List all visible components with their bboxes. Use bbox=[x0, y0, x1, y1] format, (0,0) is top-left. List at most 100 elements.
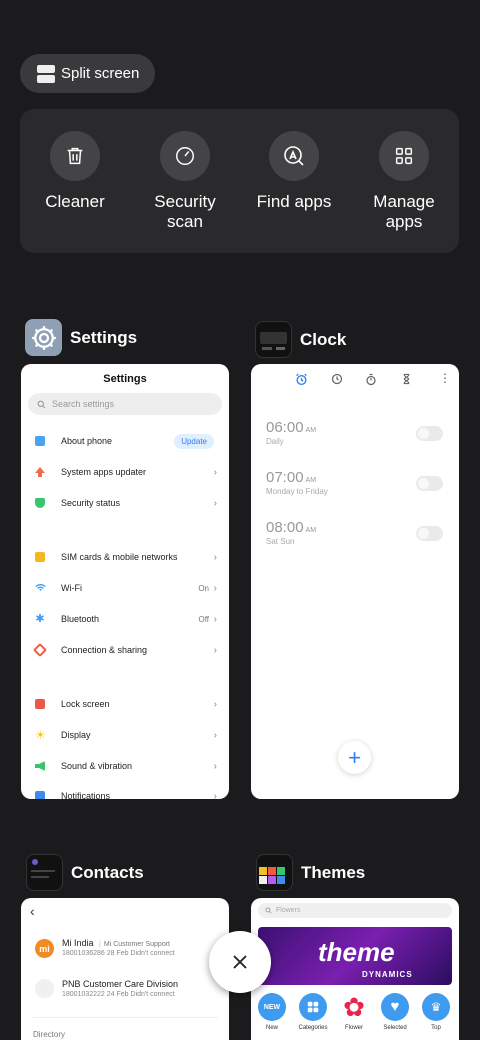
category-label: New bbox=[265, 1025, 278, 1031]
settings-row-display[interactable]: ☀ Display › bbox=[21, 725, 229, 745]
speedometer-icon bbox=[160, 131, 210, 181]
divider bbox=[33, 1017, 218, 1018]
contacts-app-header[interactable]: Contacts bbox=[26, 854, 144, 891]
alarm-item[interactable]: 06:00 AM Daily bbox=[266, 419, 316, 446]
search-icon bbox=[265, 907, 272, 914]
alarm-repeat: Sat Sun bbox=[266, 537, 295, 546]
wifi-icon bbox=[35, 583, 46, 593]
alarm-tab-icon[interactable] bbox=[295, 373, 308, 386]
call-detail: 24 Feb Didn't connect bbox=[106, 991, 175, 998]
contact-tag: Mi Customer Support bbox=[103, 941, 170, 948]
lock-icon bbox=[35, 699, 45, 709]
clock-app-header[interactable]: Clock bbox=[255, 321, 346, 358]
settings-row-system-apps-updater[interactable]: System apps updater › bbox=[21, 462, 229, 482]
alarm-toggle[interactable] bbox=[416, 476, 443, 491]
contact-name: PNB Customer Care Division bbox=[62, 979, 179, 989]
settings-row-connection-sharing[interactable]: Connection & sharing › bbox=[21, 640, 229, 660]
heart-icon: ♥ bbox=[381, 993, 409, 1021]
search-icon bbox=[37, 400, 46, 408]
settings-row-sim-cards[interactable]: SIM cards & mobile networks › bbox=[21, 547, 229, 567]
clock-app-icon bbox=[255, 321, 292, 358]
back-arrow-icon[interactable]: ‹ bbox=[30, 903, 35, 919]
manage-apps-button[interactable]: Manage apps bbox=[349, 131, 459, 232]
settings-row-label: About phone bbox=[61, 436, 113, 446]
settings-row-sound-vibration[interactable]: Sound & vibration › bbox=[21, 756, 229, 776]
add-alarm-button[interactable]: + bbox=[338, 741, 371, 774]
alarm-repeat: Monday to Friday bbox=[266, 487, 328, 496]
security-scan-button[interactable]: Security scan bbox=[130, 131, 240, 232]
find-apps-button[interactable]: Find apps bbox=[239, 131, 349, 212]
settings-row-wifi[interactable]: Wi-Fi On › bbox=[21, 578, 229, 598]
settings-row-bluetooth[interactable]: ✱ Bluetooth Off › bbox=[21, 609, 229, 629]
chevron-right-icon: › bbox=[213, 466, 217, 478]
settings-search-input[interactable]: Search settings bbox=[28, 393, 222, 415]
contact-entry[interactable]: Mi India | Mi Customer Support 1800103628… bbox=[62, 938, 175, 957]
category-label: Categories bbox=[298, 1025, 328, 1031]
phone-icon bbox=[35, 436, 45, 446]
alarm-time: 08:00 bbox=[266, 519, 304, 536]
split-screen-icon bbox=[37, 64, 55, 83]
themes-app-header[interactable]: Themes bbox=[256, 854, 365, 891]
wifi-status: On bbox=[198, 583, 209, 593]
bluetooth-status: Off bbox=[198, 614, 209, 624]
settings-row-label: Sound & vibration bbox=[61, 761, 133, 771]
settings-row-label: Connection & sharing bbox=[61, 645, 148, 655]
world-clock-tab-icon[interactable] bbox=[331, 373, 343, 385]
settings-row-about-phone[interactable]: About phone Update bbox=[21, 431, 229, 451]
chevron-right-icon: › bbox=[213, 582, 217, 594]
chevron-right-icon: › bbox=[213, 729, 217, 741]
settings-row-label: Display bbox=[61, 730, 91, 740]
settings-row-label: Notifications bbox=[61, 791, 111, 799]
clear-all-button[interactable] bbox=[209, 931, 271, 993]
settings-row-lock-screen[interactable]: Lock screen › bbox=[21, 694, 229, 714]
trash-icon bbox=[50, 131, 100, 181]
more-options-icon[interactable]: ⋮ bbox=[439, 371, 451, 385]
sun-icon: ☀ bbox=[35, 728, 46, 742]
settings-row-label: Wi-Fi bbox=[61, 583, 82, 593]
security-scan-label: Security scan bbox=[154, 192, 216, 231]
alarm-item[interactable]: 08:00 AM Sat Sun bbox=[266, 519, 316, 546]
chevron-right-icon: › bbox=[213, 698, 217, 710]
contact-entry[interactable]: PNB Customer Care Division 18001032222 2… bbox=[62, 979, 178, 998]
banner-title: theme bbox=[318, 937, 395, 967]
search-app-icon bbox=[269, 131, 319, 181]
category-flower[interactable]: ✿ Flower bbox=[339, 993, 369, 1031]
stopwatch-tab-icon[interactable] bbox=[365, 373, 377, 386]
category-label: Flower bbox=[344, 1025, 363, 1031]
category-selected[interactable]: ♥ Selected bbox=[379, 993, 411, 1031]
alarm-toggle[interactable] bbox=[416, 426, 443, 441]
clock-app-name: Clock bbox=[300, 329, 347, 349]
close-icon bbox=[233, 955, 247, 969]
split-screen-label: Split screen bbox=[61, 65, 140, 82]
settings-app-card[interactable]: Settings Search settings About phone Upd… bbox=[21, 364, 229, 799]
contacts-app-card[interactable]: ‹ mi Mi India | Mi Customer Support 18001… bbox=[21, 898, 229, 1040]
theme-banner[interactable]: theme DYNAMICS bbox=[258, 927, 452, 985]
chevron-right-icon: › bbox=[213, 497, 217, 509]
themes-search-input[interactable]: Flowers bbox=[258, 903, 452, 918]
alarm-time: 07:00 bbox=[266, 469, 304, 486]
alarm-toggle[interactable] bbox=[416, 526, 443, 541]
themes-app-card[interactable]: Flowers theme DYNAMICS NEW New Categorie… bbox=[251, 898, 459, 1040]
grid-icon bbox=[379, 131, 429, 181]
settings-row-security-status[interactable]: Security status › bbox=[21, 493, 229, 513]
bluetooth-icon: ✱ bbox=[35, 613, 45, 625]
alarm-repeat: Daily bbox=[266, 437, 284, 446]
flower-icon: ✿ bbox=[343, 992, 365, 1022]
cleaner-button[interactable]: Cleaner bbox=[20, 131, 130, 212]
clock-tab-bar: ⋮ bbox=[251, 371, 459, 387]
shield-icon bbox=[35, 498, 45, 508]
category-categories[interactable]: Categories bbox=[295, 993, 331, 1031]
timer-tab-icon[interactable] bbox=[401, 373, 412, 385]
alarm-item[interactable]: 07:00 AM Monday to Friday bbox=[266, 469, 328, 496]
clock-app-card[interactable]: ⋮ 06:00 AM Daily 07:00 AM Monday to Friday… bbox=[251, 364, 459, 799]
category-top[interactable]: ♛ Top bbox=[421, 993, 451, 1031]
speaker-icon bbox=[35, 761, 45, 771]
find-apps-label: Find apps bbox=[256, 192, 332, 211]
quick-tools-panel: Cleaner Security scan Find apps Manage a… bbox=[20, 109, 459, 253]
settings-row-notifications[interactable]: Notifications › bbox=[21, 786, 229, 799]
category-new[interactable]: NEW New bbox=[257, 993, 287, 1031]
settings-app-header[interactable]: Settings bbox=[25, 319, 137, 356]
update-badge: Update bbox=[174, 433, 214, 449]
chevron-right-icon: › bbox=[213, 760, 217, 772]
split-screen-button[interactable]: Split screen bbox=[20, 54, 155, 93]
